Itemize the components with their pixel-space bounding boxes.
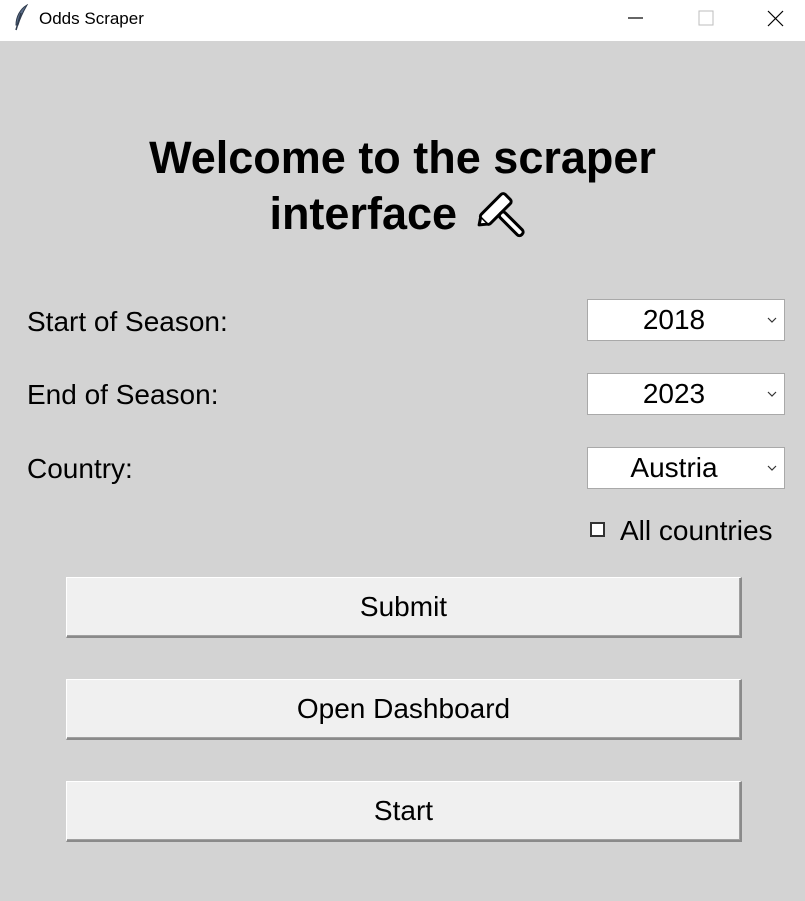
window-title: Odds Scraper: [39, 9, 144, 28]
end-season-label: End of Season:: [27, 379, 219, 410]
feather-icon: [12, 3, 32, 32]
close-icon: [767, 10, 784, 27]
app-window: Odds Scraper Welcome to the scraper inte…: [0, 0, 805, 901]
chevron-down-icon[interactable]: [766, 388, 778, 400]
minimize-button[interactable]: [612, 0, 658, 36]
country-select[interactable]: Austria: [587, 447, 785, 489]
start-season-select[interactable]: 2018: [587, 299, 785, 341]
minimize-icon: [628, 17, 643, 19]
hammer-icon: [476, 189, 536, 241]
chevron-down-icon[interactable]: [766, 314, 778, 326]
start-button[interactable]: Start: [66, 781, 742, 842]
chevron-down-icon[interactable]: [766, 462, 778, 474]
maximize-button[interactable]: [682, 0, 728, 36]
country-value: Austria: [630, 452, 718, 483]
end-season-value: 2023: [642, 378, 706, 409]
heading-line-2: interface: [0, 186, 805, 242]
country-label: Country:: [27, 453, 133, 484]
submit-button[interactable]: Submit: [66, 577, 742, 638]
maximize-icon: [698, 10, 714, 26]
all-countries-label[interactable]: All countries: [620, 514, 773, 548]
start-season-label: Start of Season:: [27, 306, 228, 337]
open-dashboard-button[interactable]: Open Dashboard: [66, 679, 742, 740]
end-season-select[interactable]: 2023: [587, 373, 785, 415]
welcome-heading: Welcome to the scraper interface: [0, 130, 805, 242]
heading-line-1: Welcome to the scraper: [149, 132, 656, 183]
close-button[interactable]: [752, 0, 798, 36]
all-countries-checkbox[interactable]: [590, 522, 605, 537]
heading-line-2-text: interface: [269, 188, 458, 239]
start-season-value: 2018: [642, 304, 706, 335]
title-bar[interactable]: Odds Scraper: [0, 0, 805, 41]
